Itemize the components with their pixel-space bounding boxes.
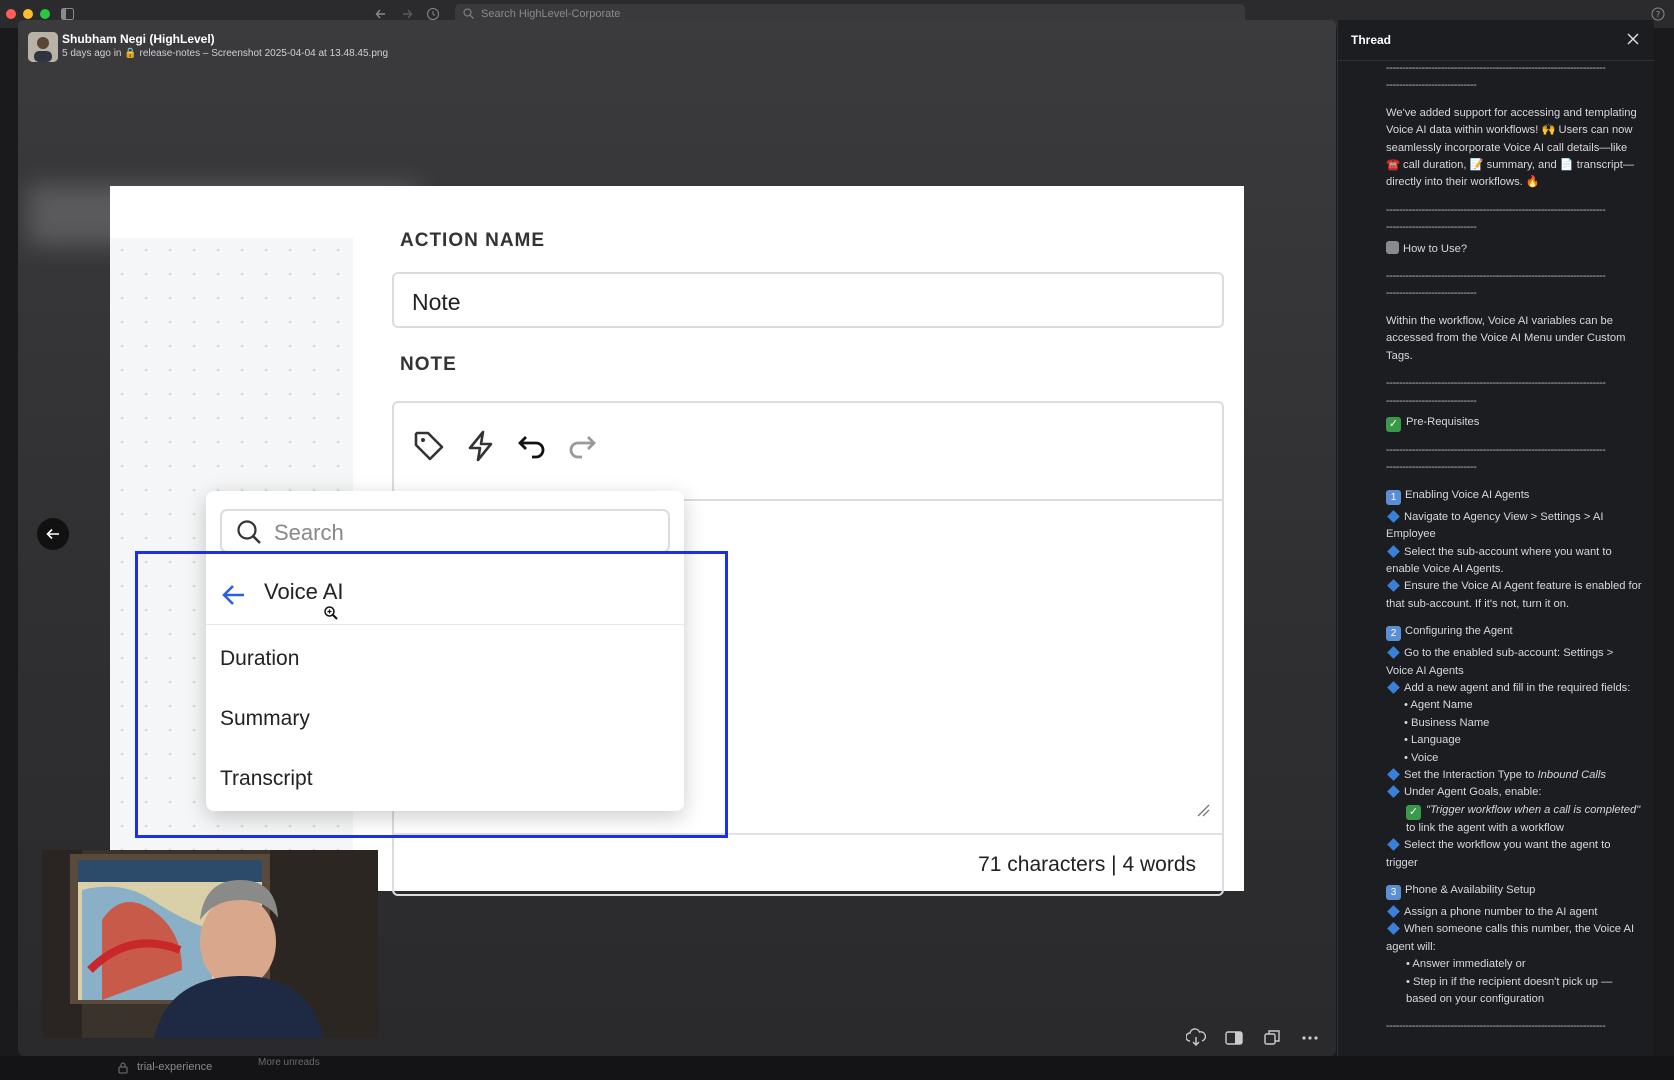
field-item: Business Name	[1411, 716, 1490, 729]
section-2-title: Configuring the Agent	[1405, 625, 1513, 638]
diamond-icon	[1387, 509, 1400, 523]
lock-icon	[118, 1062, 128, 1074]
background-sidebar: trial-experience More unreads	[0, 1056, 1674, 1080]
media-viewer: Shubham Negi (HighLevel) 5 days ago in 🔒…	[18, 20, 1336, 1056]
checkmark-icon: ✓	[1386, 416, 1401, 432]
close-icon[interactable]	[1626, 32, 1640, 46]
section-1-title: Enabling Voice AI Agents	[1405, 488, 1530, 501]
undo-icon	[518, 436, 545, 459]
minimize-window-icon[interactable]	[23, 9, 33, 19]
previous-image-button[interactable]	[37, 518, 69, 550]
redo-icon	[569, 436, 596, 459]
diamond-icon	[1387, 838, 1400, 852]
action-name-label: ACTION NAME	[400, 230, 546, 251]
thread-title: Thread	[1351, 33, 1392, 47]
divider: ----------------------------	[1386, 461, 1477, 474]
search-icon	[237, 520, 261, 544]
sub-item: Step in if the recipient doesn't pick up…	[1406, 975, 1613, 1006]
number-one-icon: 1	[1386, 489, 1401, 505]
intro-paragraph: We've added support for accessing and te…	[1386, 106, 1637, 189]
author-name[interactable]: Shubham Negi (HighLevel)	[62, 32, 215, 46]
section-2-item: Go to the enabled sub-account: Settings …	[1386, 647, 1614, 677]
divider: ----------------------------------------…	[1386, 443, 1606, 456]
dropdown-search-field: Search	[220, 509, 670, 553]
thread-header: Thread	[1338, 20, 1654, 61]
field-item: Voice	[1411, 751, 1439, 764]
how-to-use-text: Within the workflow, Voice AI variables …	[1386, 314, 1626, 362]
diamond-icon	[1387, 922, 1400, 936]
section-2-item: Under Agent Goals, enable:	[1404, 786, 1542, 799]
divider: ----------------------------------------…	[1386, 203, 1606, 216]
search-icon	[463, 8, 474, 19]
diamond-icon	[1387, 646, 1400, 660]
resize-handle-icon	[1197, 804, 1210, 817]
checkmark-icon: ✓	[1406, 804, 1421, 820]
avatar[interactable]	[28, 32, 58, 62]
trigger-workflow-suffix: to link the agent with a workflow	[1406, 821, 1564, 834]
diamond-icon	[1387, 681, 1400, 694]
action-name-field: Note	[392, 272, 1224, 328]
divider: ----------------------------	[1386, 394, 1477, 407]
diamond-icon	[1387, 905, 1400, 918]
section-3-item: Assign a phone number to the AI agent	[1404, 906, 1598, 919]
help-icon[interactable]: ?	[1651, 7, 1665, 21]
lightning-icon	[468, 430, 493, 462]
divider: ----------------------------------------…	[1386, 270, 1606, 283]
zoom-window-icon[interactable]	[40, 9, 50, 19]
arrow-left-icon	[46, 528, 59, 540]
webcam-video[interactable]	[42, 850, 378, 1038]
tools-icon	[1386, 240, 1399, 254]
divider: ----------------------------------------…	[1386, 1020, 1606, 1033]
field-item: Language	[1411, 734, 1461, 747]
sidebar-toggle-icon[interactable]	[61, 8, 74, 20]
divider: ----------------------------	[1386, 221, 1477, 234]
more-icon[interactable]	[1300, 1028, 1320, 1048]
editor-toolbar	[394, 403, 1222, 501]
section-2-item-emphasis: Inbound Calls	[1537, 769, 1606, 781]
prereq-heading: Pre-Requisites	[1406, 415, 1480, 428]
section-3-title: Phone & Availability Setup	[1405, 884, 1536, 897]
download-icon[interactable]	[1186, 1028, 1206, 1048]
number-three-icon: 3	[1386, 885, 1401, 901]
note-label: NOTE	[400, 354, 457, 375]
section-1-item: Select the sub-account where you want to…	[1386, 545, 1612, 575]
sub-item: Answer immediately or	[1412, 958, 1526, 971]
character-counter: 71 characters | 4 words	[394, 833, 1222, 894]
section-2-item: Add a new agent and fill in the required…	[1404, 681, 1631, 694]
divider: ----------------------------------------…	[1386, 377, 1606, 390]
channel-item[interactable]: trial-experience	[137, 1061, 212, 1073]
trigger-workflow-text: "Trigger workflow when a call is complet…	[1426, 803, 1641, 816]
highlight-box	[135, 551, 728, 838]
divider: ----------------------------	[1386, 79, 1477, 92]
divider: ----------------------------------------…	[1386, 62, 1606, 74]
history-icon[interactable]	[426, 7, 440, 21]
split-view-icon[interactable]	[1224, 1028, 1244, 1048]
thread-message: ---------------------------- ------------…	[1386, 60, 1642, 1036]
diamond-icon	[1387, 579, 1400, 593]
forward-arrow-icon[interactable]	[401, 8, 413, 20]
diamond-icon	[1387, 544, 1400, 558]
message-meta: 5 days ago in 🔒 release-notes – Screensh…	[62, 48, 389, 59]
section-2-item: Select the workflow you want the agent t…	[1386, 839, 1611, 869]
field-item: Agent Name	[1410, 699, 1473, 712]
back-arrow-icon[interactable]	[375, 8, 387, 20]
close-window-icon[interactable]	[6, 9, 16, 19]
copy-icon[interactable]	[1262, 1028, 1282, 1048]
svg-text:?: ?	[1656, 11, 1661, 21]
diamond-icon	[1387, 768, 1400, 781]
thread-panel: Thread ---------------------------- -----…	[1337, 20, 1654, 1056]
section-1-item: Ensure the Voice AI Agent feature is ena…	[1386, 580, 1642, 610]
diamond-icon	[1387, 785, 1400, 799]
section-1-item: Navigate to Agency View > Settings > AI …	[1386, 510, 1604, 541]
section-3-item: When someone calls this number, the Voic…	[1386, 923, 1635, 953]
number-two-icon: 2	[1386, 626, 1401, 642]
section-2-item: Set the Interaction Type to	[1404, 769, 1538, 781]
how-to-use-heading: How to Use?	[1403, 242, 1468, 255]
divider: ----------------------------	[1386, 287, 1477, 300]
workspace-search-placeholder: Search HighLevel-Corporate	[481, 8, 621, 20]
tag-icon	[414, 431, 444, 461]
dropdown-search-placeholder: Search	[274, 520, 344, 545]
more-unreads-button[interactable]: More unreads	[258, 1057, 320, 1068]
